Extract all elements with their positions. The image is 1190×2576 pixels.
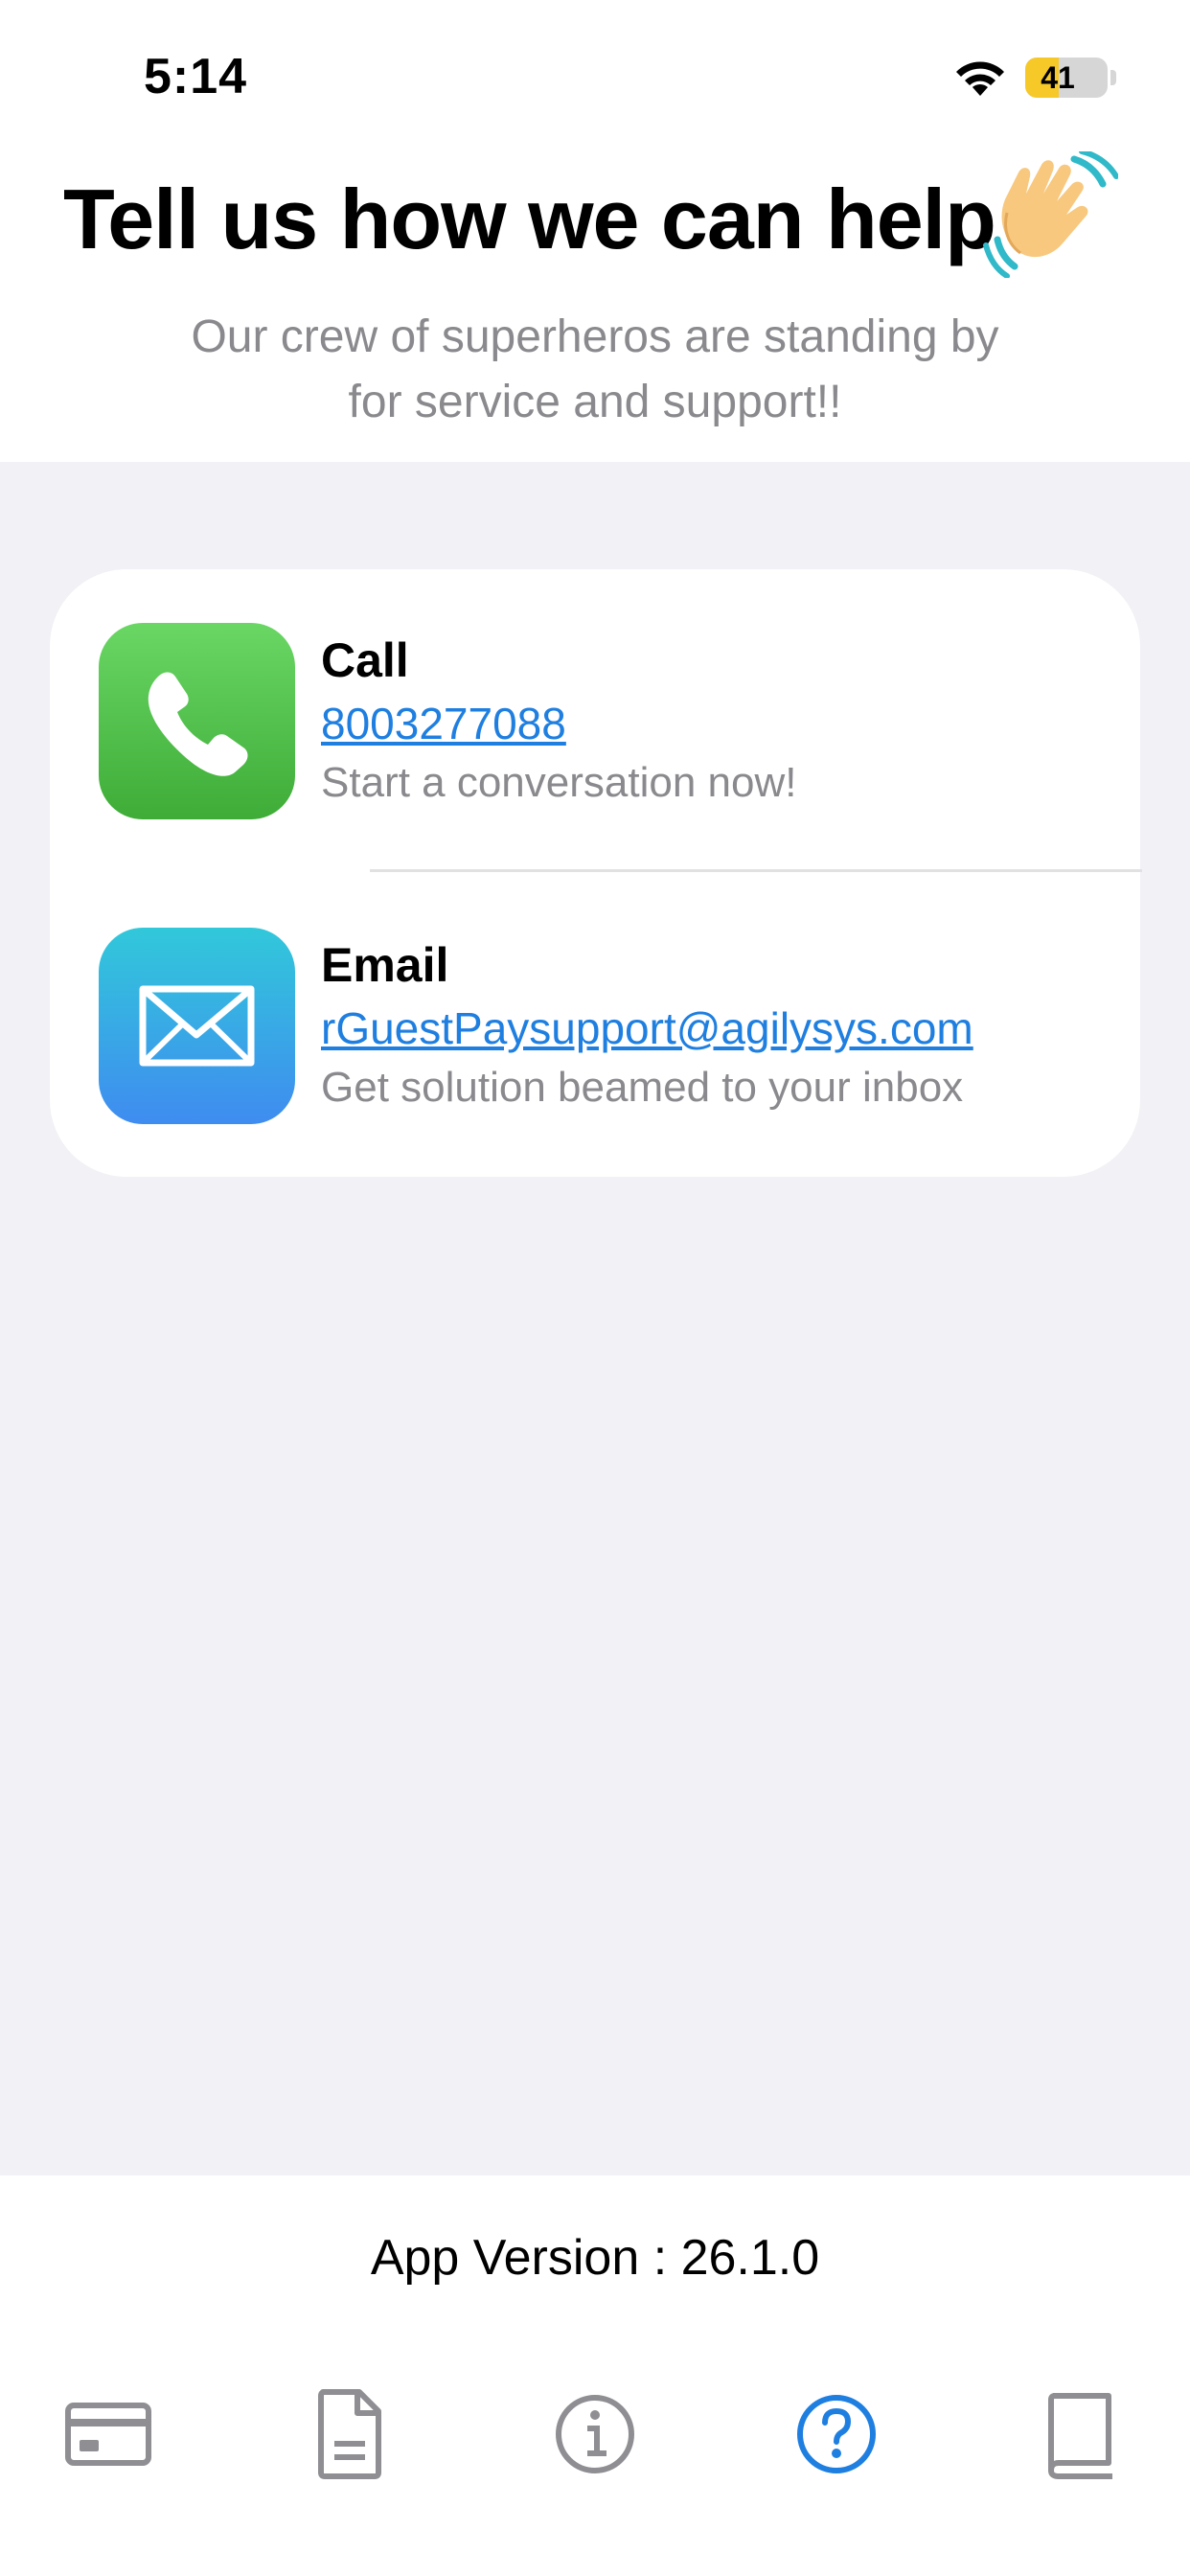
- envelope-icon: [139, 985, 255, 1067]
- page-subtitle: Our crew of superheros are standing by f…: [191, 311, 999, 427]
- call-description: Start a conversation now!: [321, 759, 797, 806]
- call-row[interactable]: Call 8003277088 Start a conversation now…: [50, 623, 1140, 843]
- email-title: Email: [321, 938, 449, 992]
- page-title: Tell us how we can help: [63, 172, 996, 266]
- battery-level: 41: [1041, 60, 1075, 95]
- divider: [370, 869, 1142, 872]
- help-icon: [797, 2395, 876, 2473]
- status-time: 5:14: [144, 49, 248, 104]
- battery-icon: 41: [1025, 58, 1108, 98]
- credit-card-icon: [65, 2403, 151, 2466]
- mail-app-icon[interactable]: [99, 928, 295, 1124]
- waving-hand-icon: [983, 151, 1118, 278]
- tab-help[interactable]: [789, 2386, 884, 2482]
- tab-documents[interactable]: [302, 2386, 398, 2482]
- contact-card: Call 8003277088 Start a conversation now…: [50, 569, 1142, 1177]
- tab-library[interactable]: [1032, 2386, 1128, 2482]
- email-address-link[interactable]: rGuestPaysupport@agilysys.com: [321, 1002, 973, 1054]
- info-icon: [556, 2395, 634, 2473]
- phone-number-link[interactable]: 8003277088: [321, 698, 566, 749]
- app-version-label: App Version : 26.1.0: [370, 2230, 820, 2286]
- phone-icon: [148, 672, 248, 776]
- wifi-icon: [956, 61, 1004, 96]
- document-icon: [318, 2389, 381, 2479]
- email-description: Get solution beamed to your inbox: [321, 1064, 964, 1111]
- tab-info[interactable]: [547, 2386, 643, 2482]
- status-bar: 5:14 41: [0, 0, 1190, 144]
- book-icon: [1048, 2393, 1112, 2479]
- tab-payment[interactable]: [60, 2386, 156, 2482]
- email-row[interactable]: Email rGuestPaysupport@agilysys.com Get …: [50, 928, 1140, 1148]
- phone-app-icon[interactable]: [99, 623, 295, 819]
- call-title: Call: [321, 633, 409, 687]
- battery-nub: [1110, 70, 1116, 85]
